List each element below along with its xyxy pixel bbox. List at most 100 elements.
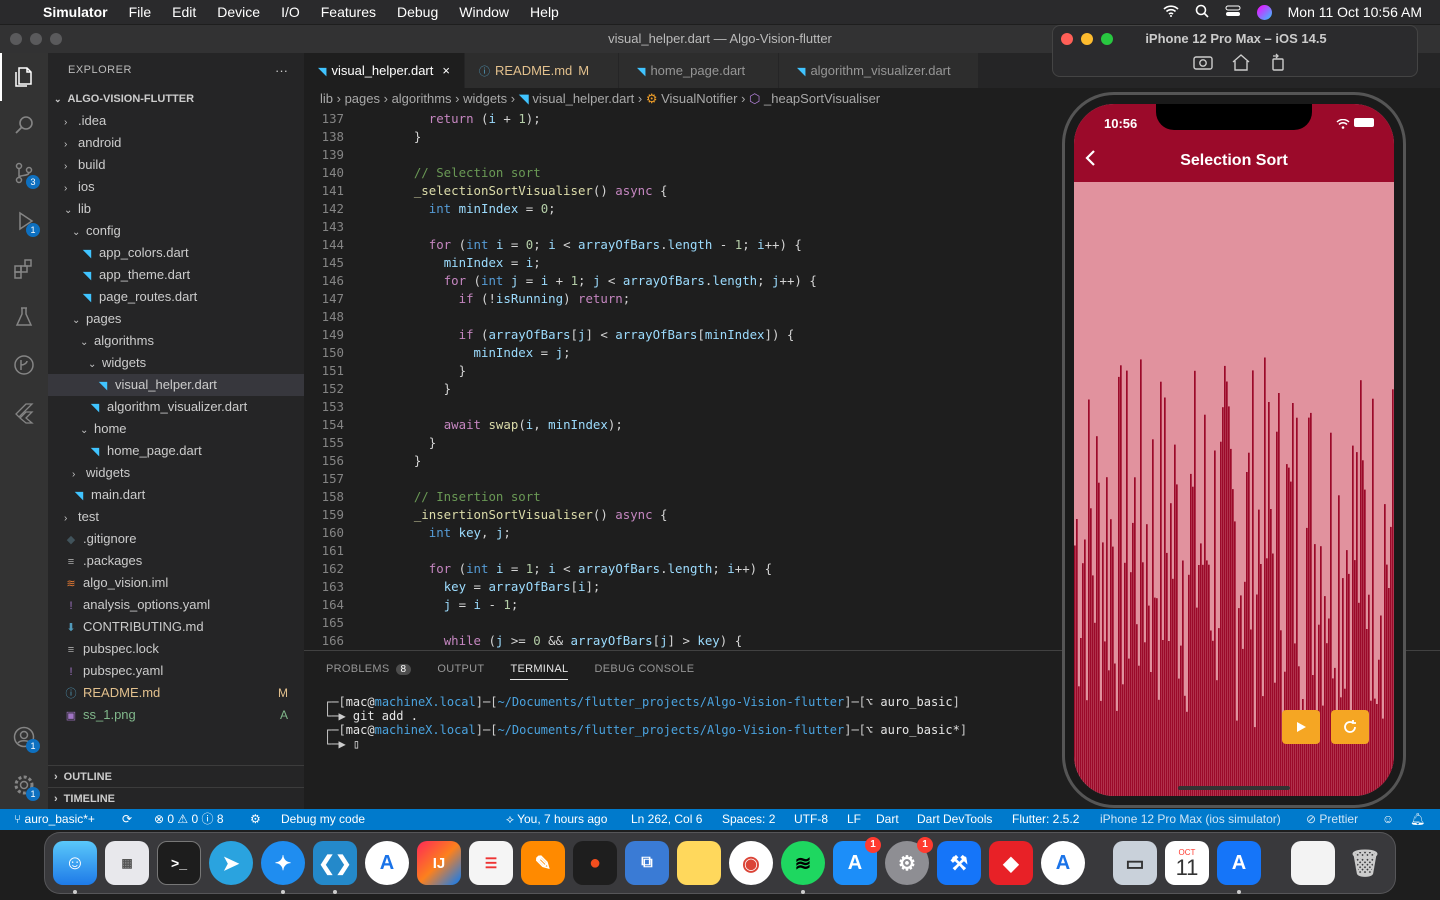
crumb-file[interactable]: visual_helper.dart — [532, 91, 634, 106]
notes-icon[interactable] — [677, 841, 721, 885]
extensions-icon[interactable] — [0, 245, 48, 293]
telegram-icon[interactable]: ➤ — [209, 841, 253, 885]
tree-item[interactable]: ⌄ algorithms — [48, 330, 304, 352]
tree-item[interactable]: ◥ main.dart — [48, 484, 304, 506]
indentation[interactable]: Spaces: 2 — [722, 809, 775, 830]
tab-terminal[interactable]: TERMINAL — [510, 663, 569, 680]
close-window-icon[interactable] — [10, 33, 22, 45]
sync-icon[interactable]: ⟳ — [122, 809, 132, 830]
tree-item[interactable]: › .idea — [48, 110, 304, 132]
crumb-lib[interactable]: lib — [320, 91, 333, 106]
feedback-icon[interactable]: ☺ — [1382, 809, 1394, 830]
tree-item[interactable]: ⌄ pages — [48, 308, 304, 330]
spotify-icon[interactable]: ≋ — [781, 841, 825, 894]
git-blame[interactable]: ⟡ You, 7 hours ago — [506, 809, 607, 830]
crumb-algorithms[interactable]: algorithms — [392, 91, 452, 106]
rotate-icon[interactable] — [1269, 53, 1287, 76]
tree-item[interactable]: ⌄ lib — [48, 198, 304, 220]
tree-item[interactable]: ! analysis_options.yaml — [48, 594, 304, 616]
timeline-section[interactable]: › TIMELINE — [48, 787, 304, 809]
explorer-icon[interactable] — [0, 53, 48, 101]
crumb-pages[interactable]: pages — [345, 91, 380, 106]
debug-status[interactable]: Debug my code — [281, 809, 365, 830]
end-of-line[interactable]: LF — [847, 809, 861, 830]
tree-item[interactable]: › test — [48, 506, 304, 528]
notifications-bell-icon[interactable]: 🔔︎ — [1410, 809, 1425, 830]
pages-icon[interactable]: ✎ — [521, 841, 565, 885]
menu-features[interactable]: Features — [321, 4, 376, 20]
tree-item[interactable]: ! pubspec.yaml — [48, 660, 304, 682]
tree-item[interactable]: ⌄ config — [48, 220, 304, 242]
more-actions-icon[interactable]: ··· — [275, 53, 288, 88]
terminal-icon[interactable]: >_ — [157, 841, 201, 885]
manage-gear-icon[interactable]: 1 — [0, 761, 48, 809]
tab-home-page[interactable]: ◥ home_page.dart — [618, 53, 779, 88]
search-icon[interactable] — [0, 101, 48, 149]
preview-icon[interactable]: ▭ — [1113, 841, 1157, 885]
system-preferences-icon[interactable]: ⚙ 1 — [885, 837, 933, 885]
spotlight-icon[interactable] — [1195, 4, 1209, 21]
tab-readme[interactable]: ⓘ README.md M — [464, 53, 619, 88]
simulator-app-icon[interactable]: A — [1217, 841, 1261, 894]
tree-item[interactable]: › widgets — [48, 462, 304, 484]
refresh-button[interactable] — [1331, 710, 1369, 744]
tree-item[interactable]: › android — [48, 132, 304, 154]
menu-io[interactable]: I/O — [281, 4, 300, 20]
tree-item[interactable]: ◥ page_routes.dart — [48, 286, 304, 308]
menubar-clock[interactable]: Mon 11 Oct 10:56 AM — [1288, 4, 1422, 20]
tree-item[interactable]: ◥ home_page.dart — [48, 440, 304, 462]
launchpad-icon[interactable]: ▦ — [105, 841, 149, 885]
problems-status[interactable]: ⊗ 0 ⚠ 0 ⓘ 8 — [154, 809, 224, 830]
tree-item[interactable]: ▣ ss_1.png A — [48, 704, 304, 726]
menu-help[interactable]: Help — [530, 4, 559, 20]
finder-icon[interactable]: ☺ — [53, 841, 97, 894]
language-mode[interactable]: Dart — [876, 809, 899, 830]
play-button[interactable] — [1282, 710, 1320, 744]
xcode-instruments-icon[interactable]: A — [365, 841, 409, 885]
flutter-version[interactable]: Flutter: 2.5.2 — [1012, 809, 1079, 830]
crumb-method[interactable]: _heapSortVisualiser — [764, 91, 880, 106]
run-debug-icon[interactable]: 1 — [0, 197, 48, 245]
safari-icon[interactable]: ✦ — [261, 841, 305, 894]
tree-item[interactable]: ◥ visual_helper.dart — [48, 374, 304, 396]
menu-window[interactable]: Window — [459, 4, 509, 20]
menu-edit[interactable]: Edit — [172, 4, 196, 20]
xcode-icon[interactable]: ⚒ — [937, 841, 981, 885]
documents-folder-icon[interactable] — [1291, 841, 1335, 885]
tree-item[interactable]: ◥ app_colors.dart — [48, 242, 304, 264]
reminders-icon[interactable]: ☰ — [469, 841, 513, 885]
chrome-icon[interactable]: ◉ — [729, 841, 773, 885]
anydesk-icon[interactable]: ◆ — [989, 841, 1033, 885]
zoom-window-icon[interactable] — [50, 33, 62, 45]
trash-icon[interactable]: 🗑︎ — [1343, 841, 1387, 885]
close-tab-icon[interactable]: × — [442, 63, 450, 78]
tree-item[interactable]: ≡ .packages — [48, 550, 304, 572]
home-icon[interactable] — [1231, 53, 1251, 76]
menu-file[interactable]: File — [129, 4, 152, 20]
tab-debug-console[interactable]: DEBUG CONSOLE — [594, 663, 694, 675]
simulator-accessibility-icon[interactable]: A — [1041, 841, 1085, 885]
branch-status[interactable]: ⑂ auro_basic*+ — [14, 809, 95, 830]
encoding[interactable]: UTF-8 — [794, 809, 828, 830]
tab-algorithm-visualizer[interactable]: ◥ algorithm_visualizer.dart — [778, 53, 979, 88]
dart-devtools[interactable]: Dart DevTools — [917, 809, 992, 830]
minimize-window-icon[interactable] — [30, 33, 42, 45]
project-root[interactable]: ⌄ ALGO-VISION-FLUTTER — [48, 88, 304, 110]
tree-item[interactable]: ⬇ CONTRIBUTING.md — [48, 616, 304, 638]
tree-item[interactable]: ◆ .gitignore — [48, 528, 304, 550]
tab-visual-helper[interactable]: ◥ visual_helper.dart × — [304, 53, 465, 88]
source-control-icon[interactable]: 3 — [0, 149, 48, 197]
flutter-icon[interactable] — [0, 389, 48, 437]
code-editor[interactable]: 137 return (i + 1); 138 } 139 140 // Select… — [304, 110, 1054, 650]
siri-icon[interactable] — [1256, 4, 1272, 20]
tab-output[interactable]: OUTPUT — [437, 663, 484, 675]
git-graph-icon[interactable] — [0, 341, 48, 389]
vscode-icon[interactable]: ❮❯ — [313, 841, 357, 894]
tree-item[interactable]: ≋ algo_vision.iml — [48, 572, 304, 594]
debug-icon[interactable]: ⚙ — [250, 809, 261, 830]
crumb-widgets[interactable]: widgets — [463, 91, 507, 106]
menu-device[interactable]: Device — [217, 4, 260, 20]
tree-item[interactable]: ◥ algorithm_visualizer.dart — [48, 396, 304, 418]
figma-icon[interactable]: ● — [573, 841, 617, 885]
tree-item[interactable]: ⓘ README.md M — [48, 682, 304, 704]
